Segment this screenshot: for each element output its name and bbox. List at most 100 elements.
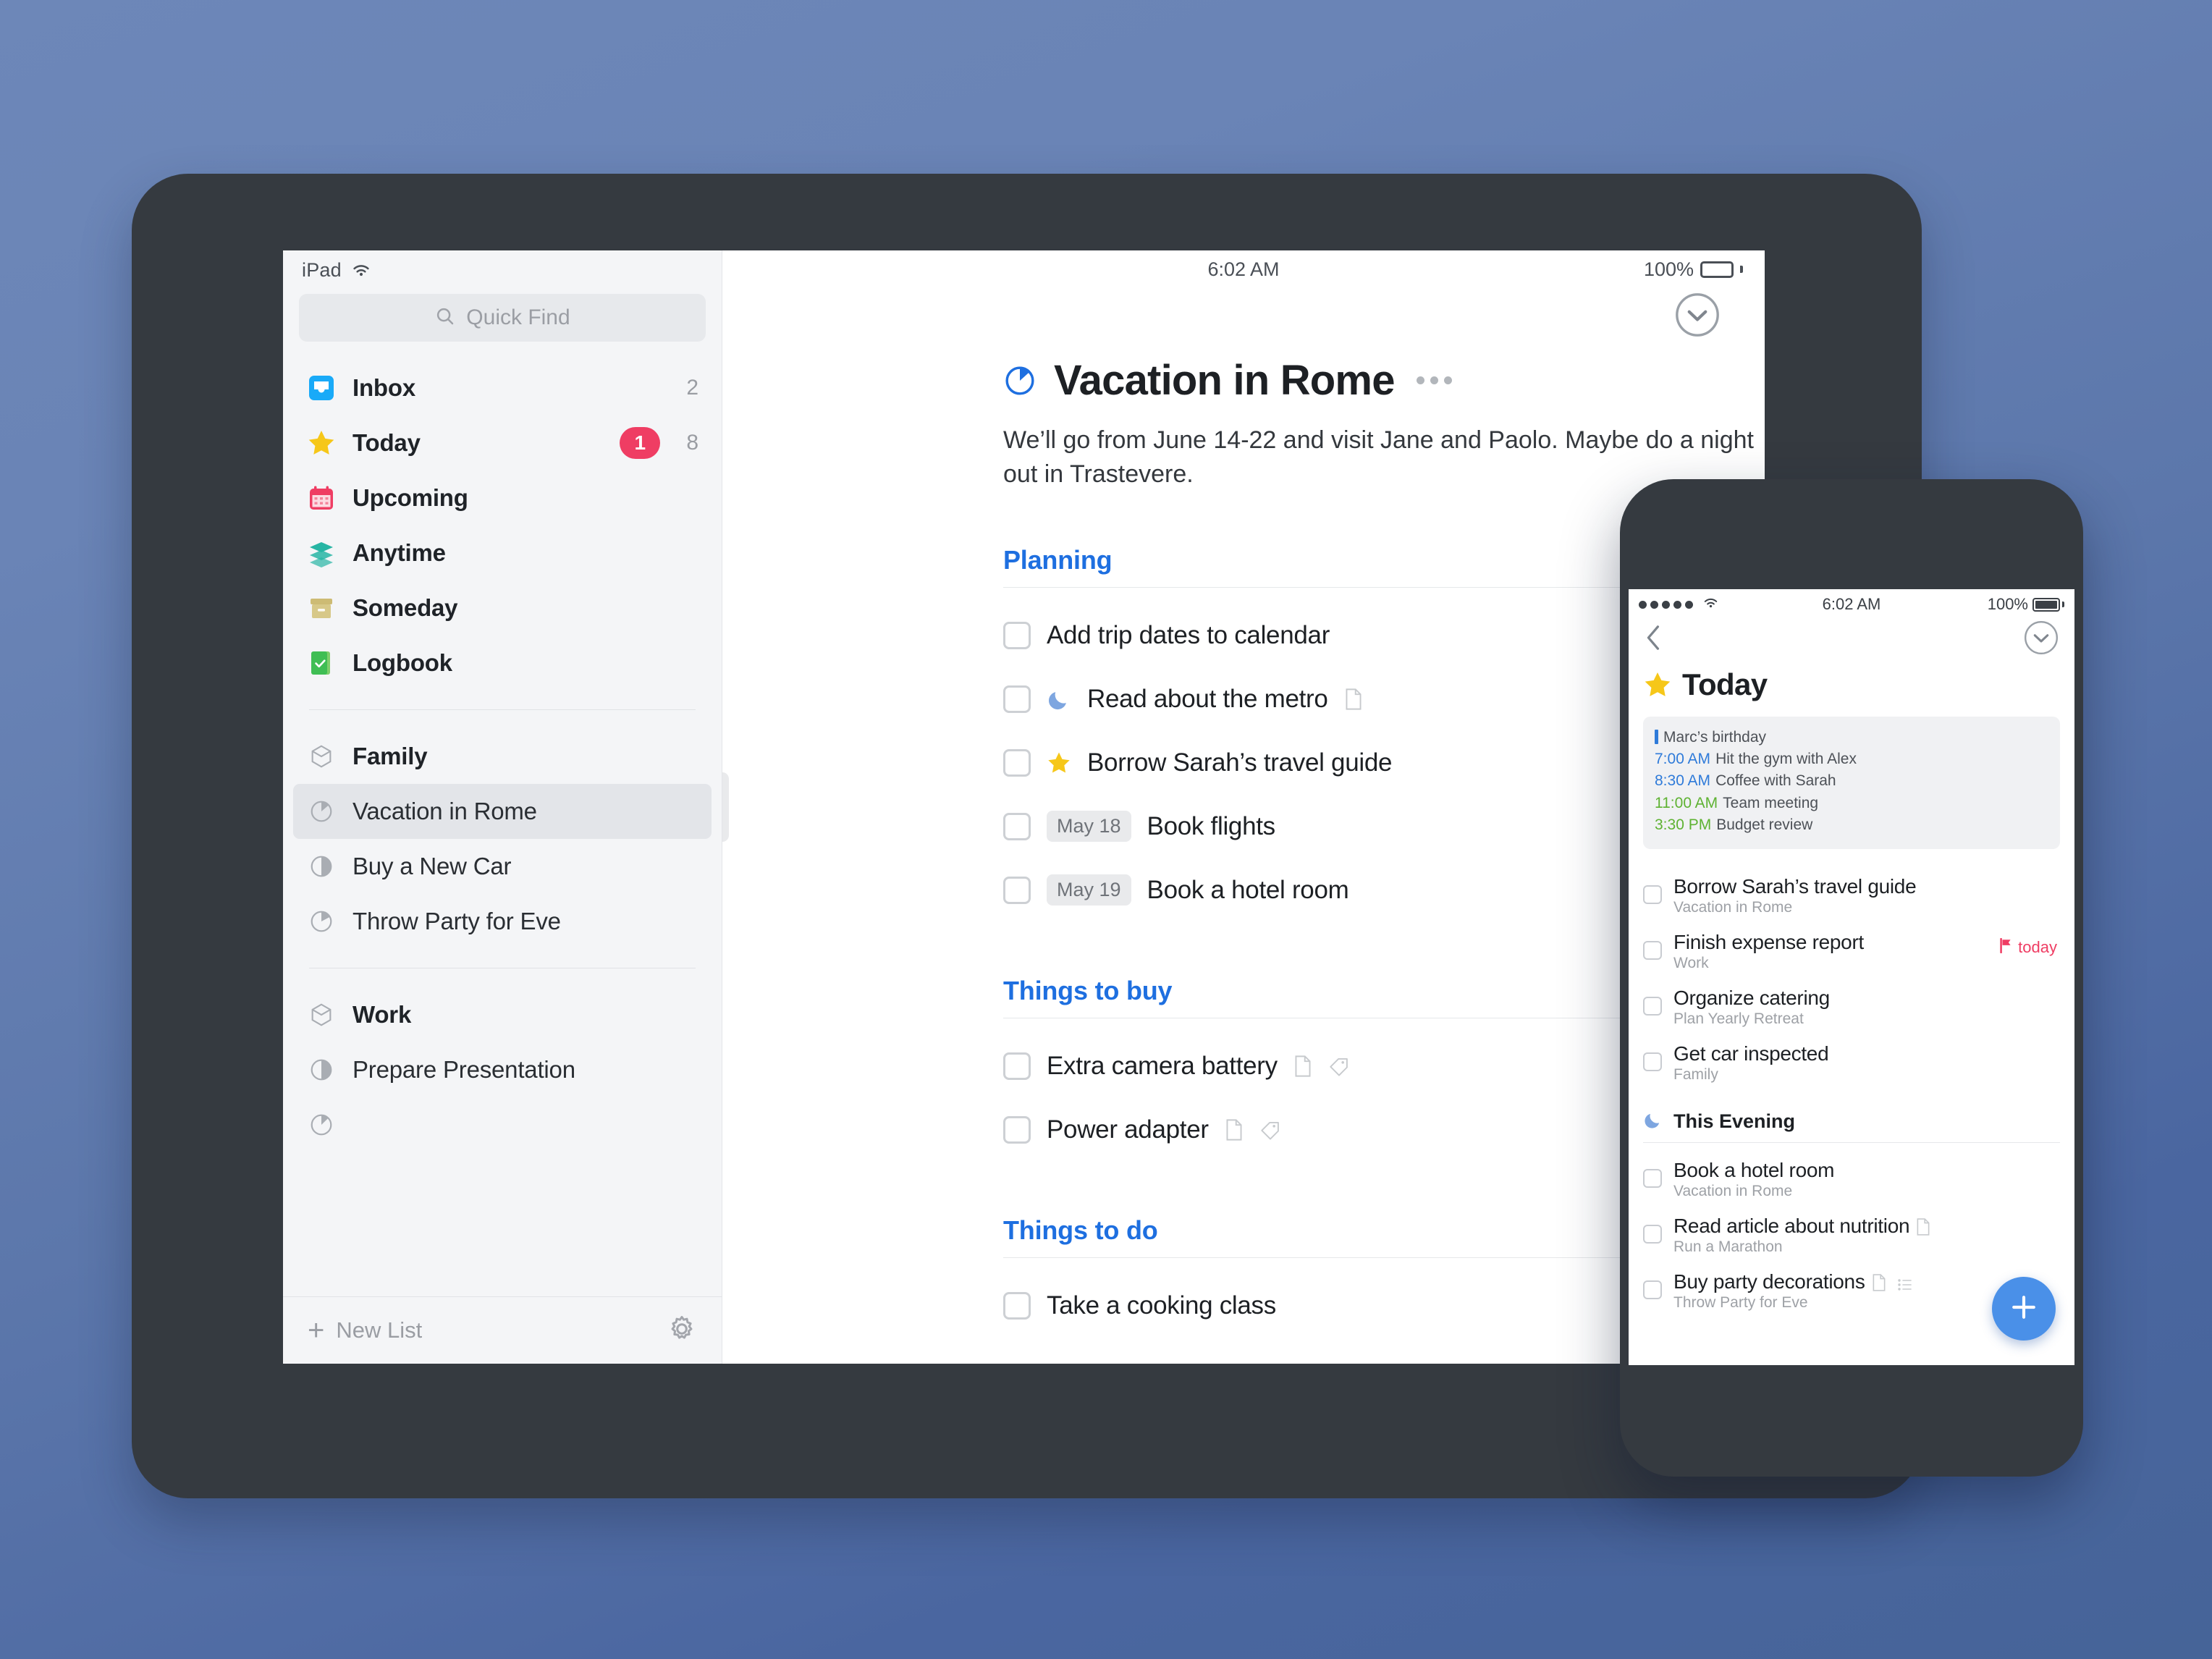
battery-percent-label: 100% [1643, 258, 1694, 280]
pie-icon [306, 796, 337, 827]
tag-icon [1328, 1055, 1350, 1077]
todo-text: Borrow Sarah’s travel guide [1087, 748, 1393, 777]
sidebar-item-count: 8 [686, 431, 698, 455]
tag-icon [1259, 1119, 1281, 1141]
sidebar-area-work[interactable]: Work [293, 987, 712, 1042]
list-item[interactable]: Get car inspected Family [1643, 1035, 2060, 1091]
checkbox[interactable] [1003, 1052, 1031, 1080]
pie-icon [306, 1055, 337, 1085]
battery-percent-label: 100% [1987, 595, 2028, 613]
checkbox[interactable] [1643, 1280, 1662, 1300]
checkbox[interactable] [1643, 1169, 1662, 1189]
calendar-event-text: Team meeting [1723, 794, 1819, 811]
checkbox[interactable] [1643, 997, 1662, 1016]
calendar-icon [306, 483, 337, 513]
task-subtitle: Vacation in Rome [1673, 1183, 1793, 1200]
calendar-event-time: 8:30 AM [1655, 772, 1711, 790]
task-subtitle: Family [1673, 1066, 1718, 1084]
checkbox[interactable] [1643, 885, 1662, 905]
list-item[interactable]: Organize catering Plan Yearly Retreat [1643, 979, 2060, 1035]
task-subtitle: Run a Marathon [1673, 1238, 1783, 1256]
page-title: Today [1643, 667, 2060, 702]
sidebar-item-vacation-in-rome[interactable]: Vacation in Rome [293, 784, 712, 839]
pie-icon [306, 906, 337, 937]
add-task-button[interactable] [1992, 1277, 2056, 1341]
plus-icon[interactable]: + [308, 1316, 324, 1345]
sidebar-item-label: Throw Party for Eve [353, 908, 561, 934]
sidebar-item-buy-a-new-car[interactable]: Buy a New Car [293, 839, 712, 894]
calendar-event: 3:30 PM Budget review [1655, 814, 2048, 836]
todo-text: Extra camera battery [1047, 1051, 1278, 1080]
sidebar-item-prepare-presentation[interactable]: Prepare Presentation [293, 1042, 712, 1097]
sidebar-area-label: Work [353, 1001, 412, 1028]
section-this-evening: This Evening [1643, 1110, 2060, 1134]
checkbox[interactable] [1643, 941, 1662, 961]
deadline-badge: today [1999, 937, 2057, 957]
more-dots-icon[interactable] [1416, 376, 1452, 384]
chevron-down-circle-icon[interactable] [1675, 292, 1720, 337]
calendar-event-time: 3:30 PM [1655, 816, 1712, 833]
iphone-screen: 6:02 AM 100% Today Marc’s birthday 7:00 … [1629, 589, 2074, 1365]
search-placeholder: Quick Find [466, 305, 570, 329]
note-icon [1872, 1273, 1891, 1291]
sidebar-scroll: Inbox 2 Today 1 8 Upcoming Anytime Somed… [283, 342, 722, 1296]
todo-text: Take a cooking class [1047, 1291, 1276, 1320]
iphone-nav-bar [1629, 617, 2074, 662]
sidebar-item-label: Anytime [353, 539, 446, 566]
calendar-event: 8:30 AM Coffee with Sarah [1655, 770, 2048, 792]
wifi-icon [350, 262, 372, 278]
screenshot-stage: iPad Quick Find Inbox 2 Today 1 8 Upcomi… [0, 0, 2212, 1659]
sidebar-item-today[interactable]: Today 1 8 [293, 415, 712, 470]
sidebar-item-anytime[interactable]: Anytime [293, 525, 712, 581]
gear-icon[interactable] [667, 1314, 697, 1348]
checkbox[interactable] [1003, 621, 1031, 649]
list-item[interactable]: Book a hotel room Vacation in Rome [1643, 1152, 2060, 1207]
checkbox[interactable] [1003, 1115, 1031, 1144]
sidebar: iPad Quick Find Inbox 2 Today 1 8 Upcomi… [283, 250, 722, 1364]
star-icon [1047, 751, 1071, 775]
status-badge: 1 [620, 427, 661, 459]
calendar-events-card[interactable]: Marc’s birthday 7:00 AM Hit the gym with… [1643, 717, 2060, 850]
pane-drag-handle[interactable] [722, 772, 729, 842]
sidebar-item-label: Prepare Presentation [353, 1056, 575, 1083]
note-icon [1344, 688, 1363, 710]
list-item[interactable]: Finish expense report Work today [1643, 924, 2060, 979]
chevron-down-circle-icon[interactable] [2024, 620, 2059, 659]
checkbox[interactable] [1003, 876, 1031, 904]
todo-text: Book flights [1147, 811, 1276, 840]
project-title-text: Vacation in Rome [1054, 357, 1395, 404]
battery-icon [2032, 597, 2060, 612]
sidebar-item-someday[interactable]: Someday [293, 581, 712, 636]
checkbox[interactable] [1003, 685, 1031, 713]
note-icon [1293, 1055, 1312, 1077]
sidebar-item-throw-party-for-eve[interactable]: Throw Party for Eve [293, 894, 712, 949]
project-content: Vacation in Rome We’ll go from June 14-2… [722, 284, 1765, 1338]
sidebar-area-label: Family [353, 743, 428, 769]
checklist-icon [1897, 1273, 1916, 1291]
battery-icon [1700, 261, 1734, 278]
todo-text: Book a hotel room [1147, 875, 1349, 904]
checkbox[interactable] [1003, 748, 1031, 777]
list-item[interactable]: Read article about nutrition Run a Marat… [1643, 1207, 2060, 1263]
list-item[interactable]: Borrow Sarah’s travel guide Vacation in … [1643, 868, 2060, 924]
search-input[interactable]: Quick Find [299, 294, 706, 342]
inbox-icon [306, 373, 337, 403]
note-icon [1225, 1119, 1244, 1141]
pie-icon [306, 851, 337, 882]
sidebar-item-inbox[interactable]: Inbox 2 [293, 360, 712, 415]
chevron-left-icon[interactable] [1645, 624, 1663, 655]
ipad-status-bar-left: iPad [283, 250, 722, 284]
sidebar-item-logbook[interactable]: Logbook [293, 636, 712, 691]
todo-text: Power adapter [1047, 1115, 1209, 1144]
project-note[interactable]: We’ll go from June 14-22 and visit Jane … [1003, 423, 1765, 491]
flag-icon [1999, 937, 2013, 957]
sidebar-area-family[interactable]: Family [293, 729, 712, 784]
checkbox[interactable] [1003, 812, 1031, 840]
new-list-button[interactable]: New List [336, 1317, 422, 1343]
moon-icon [1047, 687, 1071, 712]
checkbox[interactable] [1643, 1052, 1662, 1072]
sidebar-item-upcoming[interactable]: Upcoming [293, 470, 712, 525]
checkbox[interactable] [1003, 1291, 1031, 1320]
sidebar-item-clipped[interactable] [293, 1097, 712, 1152]
checkbox[interactable] [1643, 1225, 1662, 1244]
